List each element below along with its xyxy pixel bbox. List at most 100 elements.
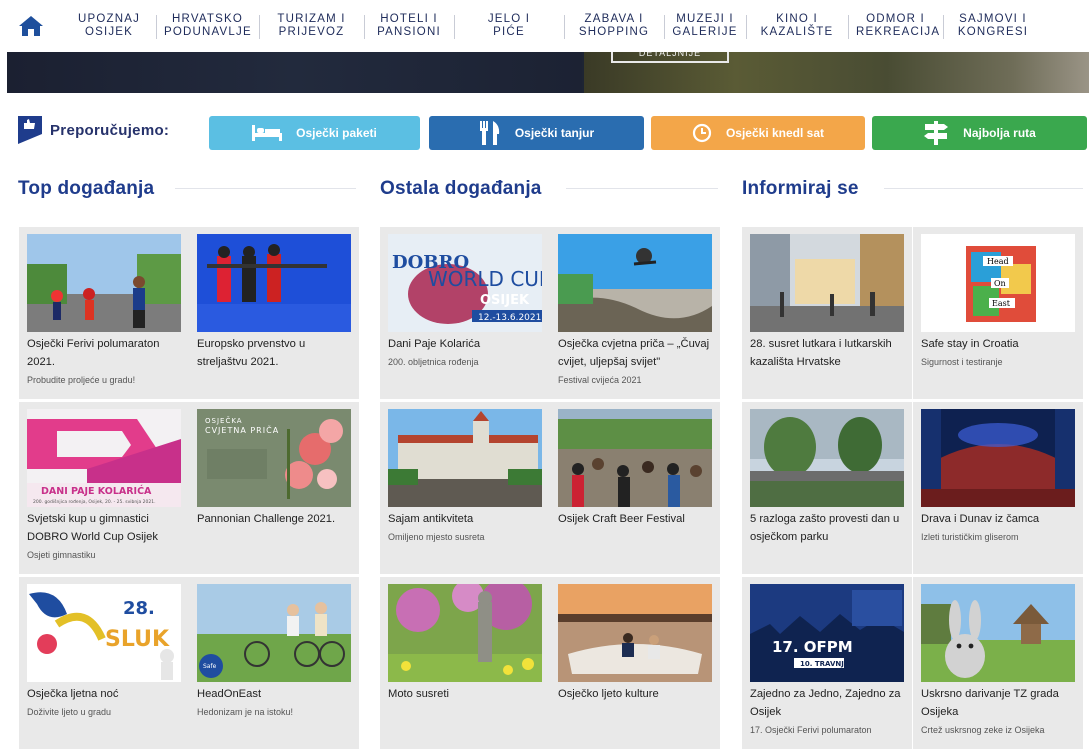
card-title[interactable]: HeadOnEast <box>197 685 355 703</box>
card-image[interactable] <box>921 409 1075 507</box>
other-card[interactable]: Moto susreti <box>380 577 550 749</box>
card-image[interactable]: OSJEČKA CVJETNA PRIČA <box>197 409 351 507</box>
top-card[interactable]: Safe HeadOnEast Hedonizam je na istoku! <box>189 577 359 749</box>
card-subtitle: Crtež uskrsnog zeke iz Osijeka <box>921 725 1045 735</box>
nav-item-7[interactable]: KINO I KAZALIŠTE <box>746 13 848 39</box>
nav-item-2[interactable]: TURIZAM I PRIJEVOZ <box>259 13 364 39</box>
top-events-divider <box>175 188 356 189</box>
paja-title: DANI PAJE KOLARIĆA <box>41 485 152 497</box>
info-card[interactable]: 17. OFPM 10. TRAVNJA Zajedno za Jedno, Za… <box>742 577 912 749</box>
recommend-label-text: Preporučujemo: <box>50 121 170 139</box>
card-image[interactable] <box>388 584 542 682</box>
nav-item-3[interactable]: HOTELI I PANSIONI <box>364 13 454 39</box>
info-card[interactable]: Drava i Dunav iz čamca Izleti turističkim… <box>913 402 1083 574</box>
other-card[interactable]: Osječka cvjetna priča – „Čuvaj cvijet, u… <box>550 227 720 399</box>
nav-item-line2: PANSIONI <box>377 26 441 38</box>
nav-item-line2: GALERIJE <box>672 26 738 38</box>
nav-item-line2: PRIJEVOZ <box>278 26 345 38</box>
card-title[interactable]: Svjetski kup u gimnastici DOBRO World Cu… <box>27 510 185 546</box>
top-card[interactable]: Europsko prvenstvo u streljaštvu 2021. <box>189 227 359 399</box>
osjecki-tanjur-button[interactable]: Osječki tanjur <box>429 116 644 150</box>
top-card[interactable]: DANI PAJE KOLARIĆA 200. godišnjica rođenj… <box>19 402 189 574</box>
other-card[interactable]: Osijek Craft Beer Festival <box>550 402 720 574</box>
main-navigation: UPOZNAJ OSIJEK HRVATSKO PODUNAVLJE TURIZAM I… <box>0 0 1089 52</box>
other-events-divider <box>566 188 718 189</box>
card-image[interactable] <box>750 234 904 332</box>
info-heading: Informiraj se <box>742 178 859 199</box>
nav-item-8[interactable]: ODMOR I REKREACIJA <box>848 13 943 39</box>
head-word: Head <box>987 257 1009 266</box>
card-title[interactable]: Osječko ljeto kulture <box>558 685 716 703</box>
clock-icon <box>692 123 712 143</box>
card-image[interactable] <box>750 409 904 507</box>
card-image[interactable] <box>558 234 712 332</box>
top-card[interactable]: Osječki Ferivi polumaraton 2021. Probudit… <box>19 227 189 399</box>
osjecki-paketi-button[interactable]: Osječki paketi <box>209 116 420 150</box>
card-title[interactable]: Europsko prvenstvo u streljaštvu 2021. <box>197 335 355 371</box>
card-title[interactable]: Drava i Dunav iz čamca <box>921 510 1079 528</box>
card-title[interactable]: Moto susreti <box>388 685 546 703</box>
card-subtitle: Izleti turističkim gliserom <box>921 532 1019 542</box>
card-title[interactable]: Osječka ljetna noć <box>27 685 185 703</box>
nav-item-4[interactable]: JELO I PIĆE <box>454 13 564 39</box>
card-image[interactable]: 17. OFPM 10. TRAVNJA <box>750 584 904 682</box>
card-subtitle: Sigurnost i testiranje <box>921 357 1003 367</box>
card-title[interactable]: Osječki Ferivi polumaraton 2021. <box>27 335 185 371</box>
card-image[interactable] <box>27 234 181 332</box>
card-image[interactable]: DANI PAJE KOLARIĆA 200. godišnjica rođenj… <box>27 409 181 507</box>
card-title[interactable]: Safe stay in Croatia <box>921 335 1079 353</box>
osjecki-paketi-label: Osječki paketi <box>296 126 377 140</box>
card-subtitle: Hedonizam je na istoku! <box>197 707 294 717</box>
top-card[interactable]: 28. SLUK Osječka ljetna noć Doživite ljeto… <box>19 577 189 749</box>
info-card[interactable]: 5 razloga zašto provesti dan u osječkom … <box>742 402 912 574</box>
nav-item-6[interactable]: MUZEJI I GALERIJE <box>664 13 746 39</box>
info-card[interactable]: Uskrsno darivanje TZ grada Osijeka Crtež … <box>913 577 1083 749</box>
dobro-dates: 12.-13.6.2021. <box>478 313 542 323</box>
top-events-heading: Top događanja <box>18 178 155 199</box>
card-image[interactable]: Safe <box>197 584 351 682</box>
nav-item-0[interactable]: UPOZNAJ OSIJEK <box>62 13 156 39</box>
card-image[interactable]: 28. SLUK <box>27 584 181 682</box>
other-card[interactable]: DOBRO WORLD CUP OSIJEK 12.-13.6.2021. Dani … <box>380 227 550 399</box>
card-image[interactable] <box>558 584 712 682</box>
card-image[interactable] <box>197 234 351 332</box>
nav-item-line1: UPOZNAJ <box>77 13 141 25</box>
home-link[interactable] <box>0 0 62 52</box>
card-title[interactable]: 28. susret lutkara i lutkarskih kazališt… <box>750 335 908 371</box>
safe-badge: Safe <box>203 663 217 670</box>
nav-item-line1: ODMOR I <box>866 13 925 25</box>
nav-item-5[interactable]: ZABAVA I SHOPPING <box>564 13 664 39</box>
card-subtitle: Doživite ljeto u gradu <box>27 707 112 717</box>
other-card[interactable]: Osječko ljeto kulture <box>550 577 720 749</box>
other-card[interactable]: Sajam antikviteta Omiljeno mjesto susreta <box>380 402 550 574</box>
nav-item-9[interactable]: SAJMOVI I KONGRESI <box>943 13 1043 39</box>
card-image[interactable] <box>921 584 1075 682</box>
card-title[interactable]: 5 razloga zašto provesti dan u osječkom … <box>750 510 908 546</box>
najbolja-ruta-button[interactable]: Najbolja ruta <box>872 116 1087 150</box>
nav-item-line1: JELO I <box>487 13 531 25</box>
top-card[interactable]: OSJEČKA CVJETNA PRIČA Pannonian Challenge… <box>189 402 359 574</box>
card-title[interactable]: Pannonian Challenge 2021. <box>197 510 355 528</box>
card-image[interactable]: Head On East <box>921 234 1075 332</box>
card-image[interactable] <box>558 409 712 507</box>
card-title[interactable]: Uskrsno darivanje TZ grada Osijeka <box>921 685 1079 721</box>
bed-icon <box>252 125 283 141</box>
nav-item-line1: ZABAVA I <box>584 13 644 25</box>
info-card[interactable]: 28. susret lutkara i lutkarskih kazališt… <box>742 227 912 399</box>
nav-item-line1: HOTELI I <box>380 13 438 25</box>
card-image[interactable]: DOBRO WORLD CUP OSIJEK 12.-13.6.2021. <box>388 234 542 332</box>
card-title[interactable]: Sajam antikviteta <box>388 510 546 528</box>
card-image[interactable] <box>388 409 542 507</box>
card-title[interactable]: Zajedno za Jedno, Zajedno za Osijek <box>750 685 908 721</box>
nav-item-line2: KAZALIŠTE <box>760 26 834 38</box>
cvjetna-title: CVJETNA PRIČA <box>205 424 279 435</box>
info-card[interactable]: Head On East Safe stay in Croatia Sigurnost… <box>913 227 1083 399</box>
nav-item-1[interactable]: HRVATSKO PODUNAVLJE <box>156 13 259 39</box>
card-title[interactable]: Dani Paje Kolarića <box>388 335 546 353</box>
card-subtitle: Probudite proljeće u gradu! <box>27 375 136 385</box>
recommend-label: Preporučujemo: <box>18 116 169 144</box>
nav-item-line2: REKREACIJA <box>856 26 941 38</box>
card-title[interactable]: Osijek Craft Beer Festival <box>558 510 716 528</box>
card-title[interactable]: Osječka cvjetna priča – „Čuvaj cvijet, u… <box>558 335 716 371</box>
osjecki-knedl-sat-button[interactable]: Osječki knedl sat <box>651 116 865 150</box>
